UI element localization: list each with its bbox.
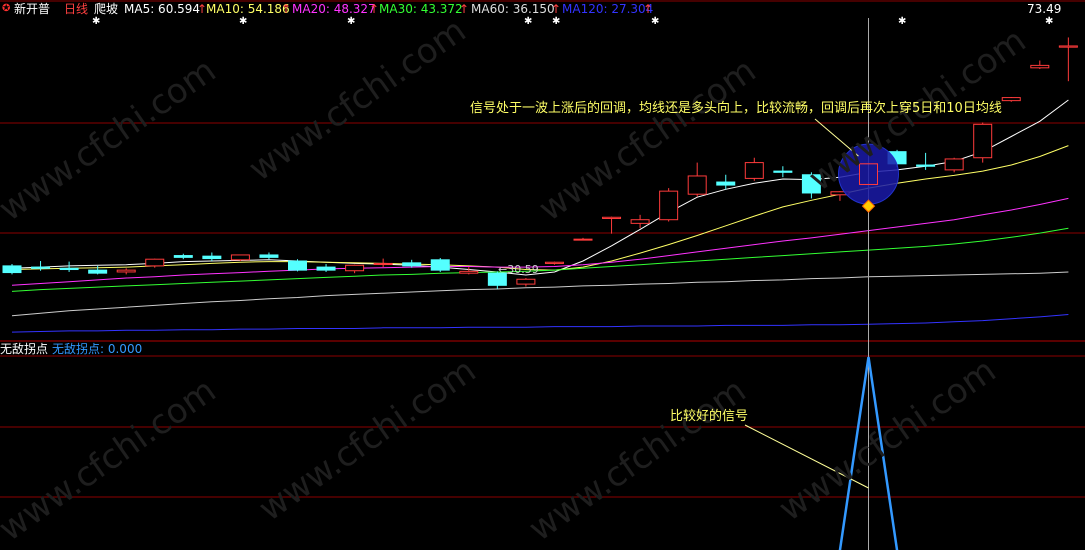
- stock-name[interactable]: 新开普: [14, 0, 50, 18]
- ma120-value: MA120: 27.304: [562, 2, 654, 16]
- candle-body: [173, 255, 193, 258]
- candle-body: [744, 162, 764, 179]
- ma-line-ma5: [11, 99, 1069, 276]
- candlestick-chart[interactable]: ✱ ✱ ✱ ✱ ✱ ✱ ✱ ✱: [0, 0, 1085, 550]
- candle-body: [944, 158, 964, 171]
- candle-body: [402, 262, 422, 267]
- up-arrow-icon: ↑: [459, 2, 470, 16]
- candle-body: [88, 269, 108, 274]
- ma-line-ma120: [11, 314, 1069, 333]
- candle-body: [2, 265, 22, 274]
- formula-label[interactable]: 爬坡: [94, 0, 118, 18]
- candle-body: [973, 123, 993, 159]
- candle-body: [345, 264, 365, 272]
- candle-body: [31, 266, 51, 269]
- chart-header: ✪ 新开普 日线 爬坡 MA5: 60.594 ↑ MA10: 54.186 ↑…: [0, 0, 1085, 18]
- candle-body: [573, 238, 593, 241]
- candle-body: [801, 174, 821, 194]
- up-arrow-icon: ↑: [369, 2, 380, 16]
- indicator-value: 无敌拐点: 0.000: [52, 342, 143, 356]
- candle-body: [230, 254, 250, 261]
- settings-icon[interactable]: ✪: [2, 0, 10, 18]
- candle-body: [459, 270, 479, 274]
- candle-body: [116, 269, 136, 273]
- ma10-value: MA10: 54.186: [206, 2, 290, 16]
- candle-body: [659, 190, 679, 221]
- up-arrow-icon: ↑: [551, 2, 562, 16]
- main-annotation: 信号处于一波上涨后的回调，均线还是多头向上，比较流畅，回调后再次上穿5日和10日…: [470, 101, 1002, 116]
- candle-body: [544, 261, 564, 264]
- signal-highlight-circle: [838, 143, 899, 205]
- indicator-name[interactable]: 无敌拐点: [0, 341, 48, 357]
- annotation-leader: [814, 118, 859, 157]
- candle-body: [202, 255, 222, 260]
- ma-line-ma20: [11, 197, 1069, 286]
- ma-line-ma10: [11, 145, 1069, 271]
- ma-line-ma60: [11, 271, 1069, 317]
- period-label[interactable]: 日线: [64, 0, 88, 18]
- up-arrow-icon: ↑: [643, 2, 654, 16]
- candle-body: [687, 175, 707, 195]
- low-price-label: ←30.59: [498, 263, 539, 276]
- candle-body: [430, 259, 450, 271]
- candle-body: [516, 278, 536, 285]
- candle-body: [373, 262, 393, 265]
- candle-body: [602, 216, 622, 219]
- up-arrow-icon: ↑: [281, 2, 292, 16]
- candle-body: [773, 170, 793, 173]
- ma20-value: MA20: 48.327: [292, 2, 376, 16]
- candle-body: [288, 260, 307, 271]
- ma30-value: MA30: 43.372: [379, 2, 463, 16]
- candle-body: [145, 258, 165, 267]
- signal-annotation-leader: [744, 424, 869, 489]
- price-label: 73.49: [1027, 2, 1062, 16]
- candle-body: [259, 254, 279, 258]
- candle-body: [59, 267, 79, 271]
- ma-line-ma30: [11, 227, 1069, 292]
- candle-body: [1030, 64, 1050, 69]
- candle-body: [1058, 45, 1078, 48]
- candle-body: [316, 266, 336, 271]
- candle-body: [1001, 97, 1021, 102]
- candle-body: [716, 181, 736, 186]
- ma5-value: MA5: 60.594: [124, 2, 201, 16]
- candle-body: [630, 219, 650, 224]
- signal-annotation: 比较好的信号: [670, 409, 749, 424]
- ma60-value: MA60: 36.150: [471, 2, 555, 16]
- candle-body: [916, 164, 936, 167]
